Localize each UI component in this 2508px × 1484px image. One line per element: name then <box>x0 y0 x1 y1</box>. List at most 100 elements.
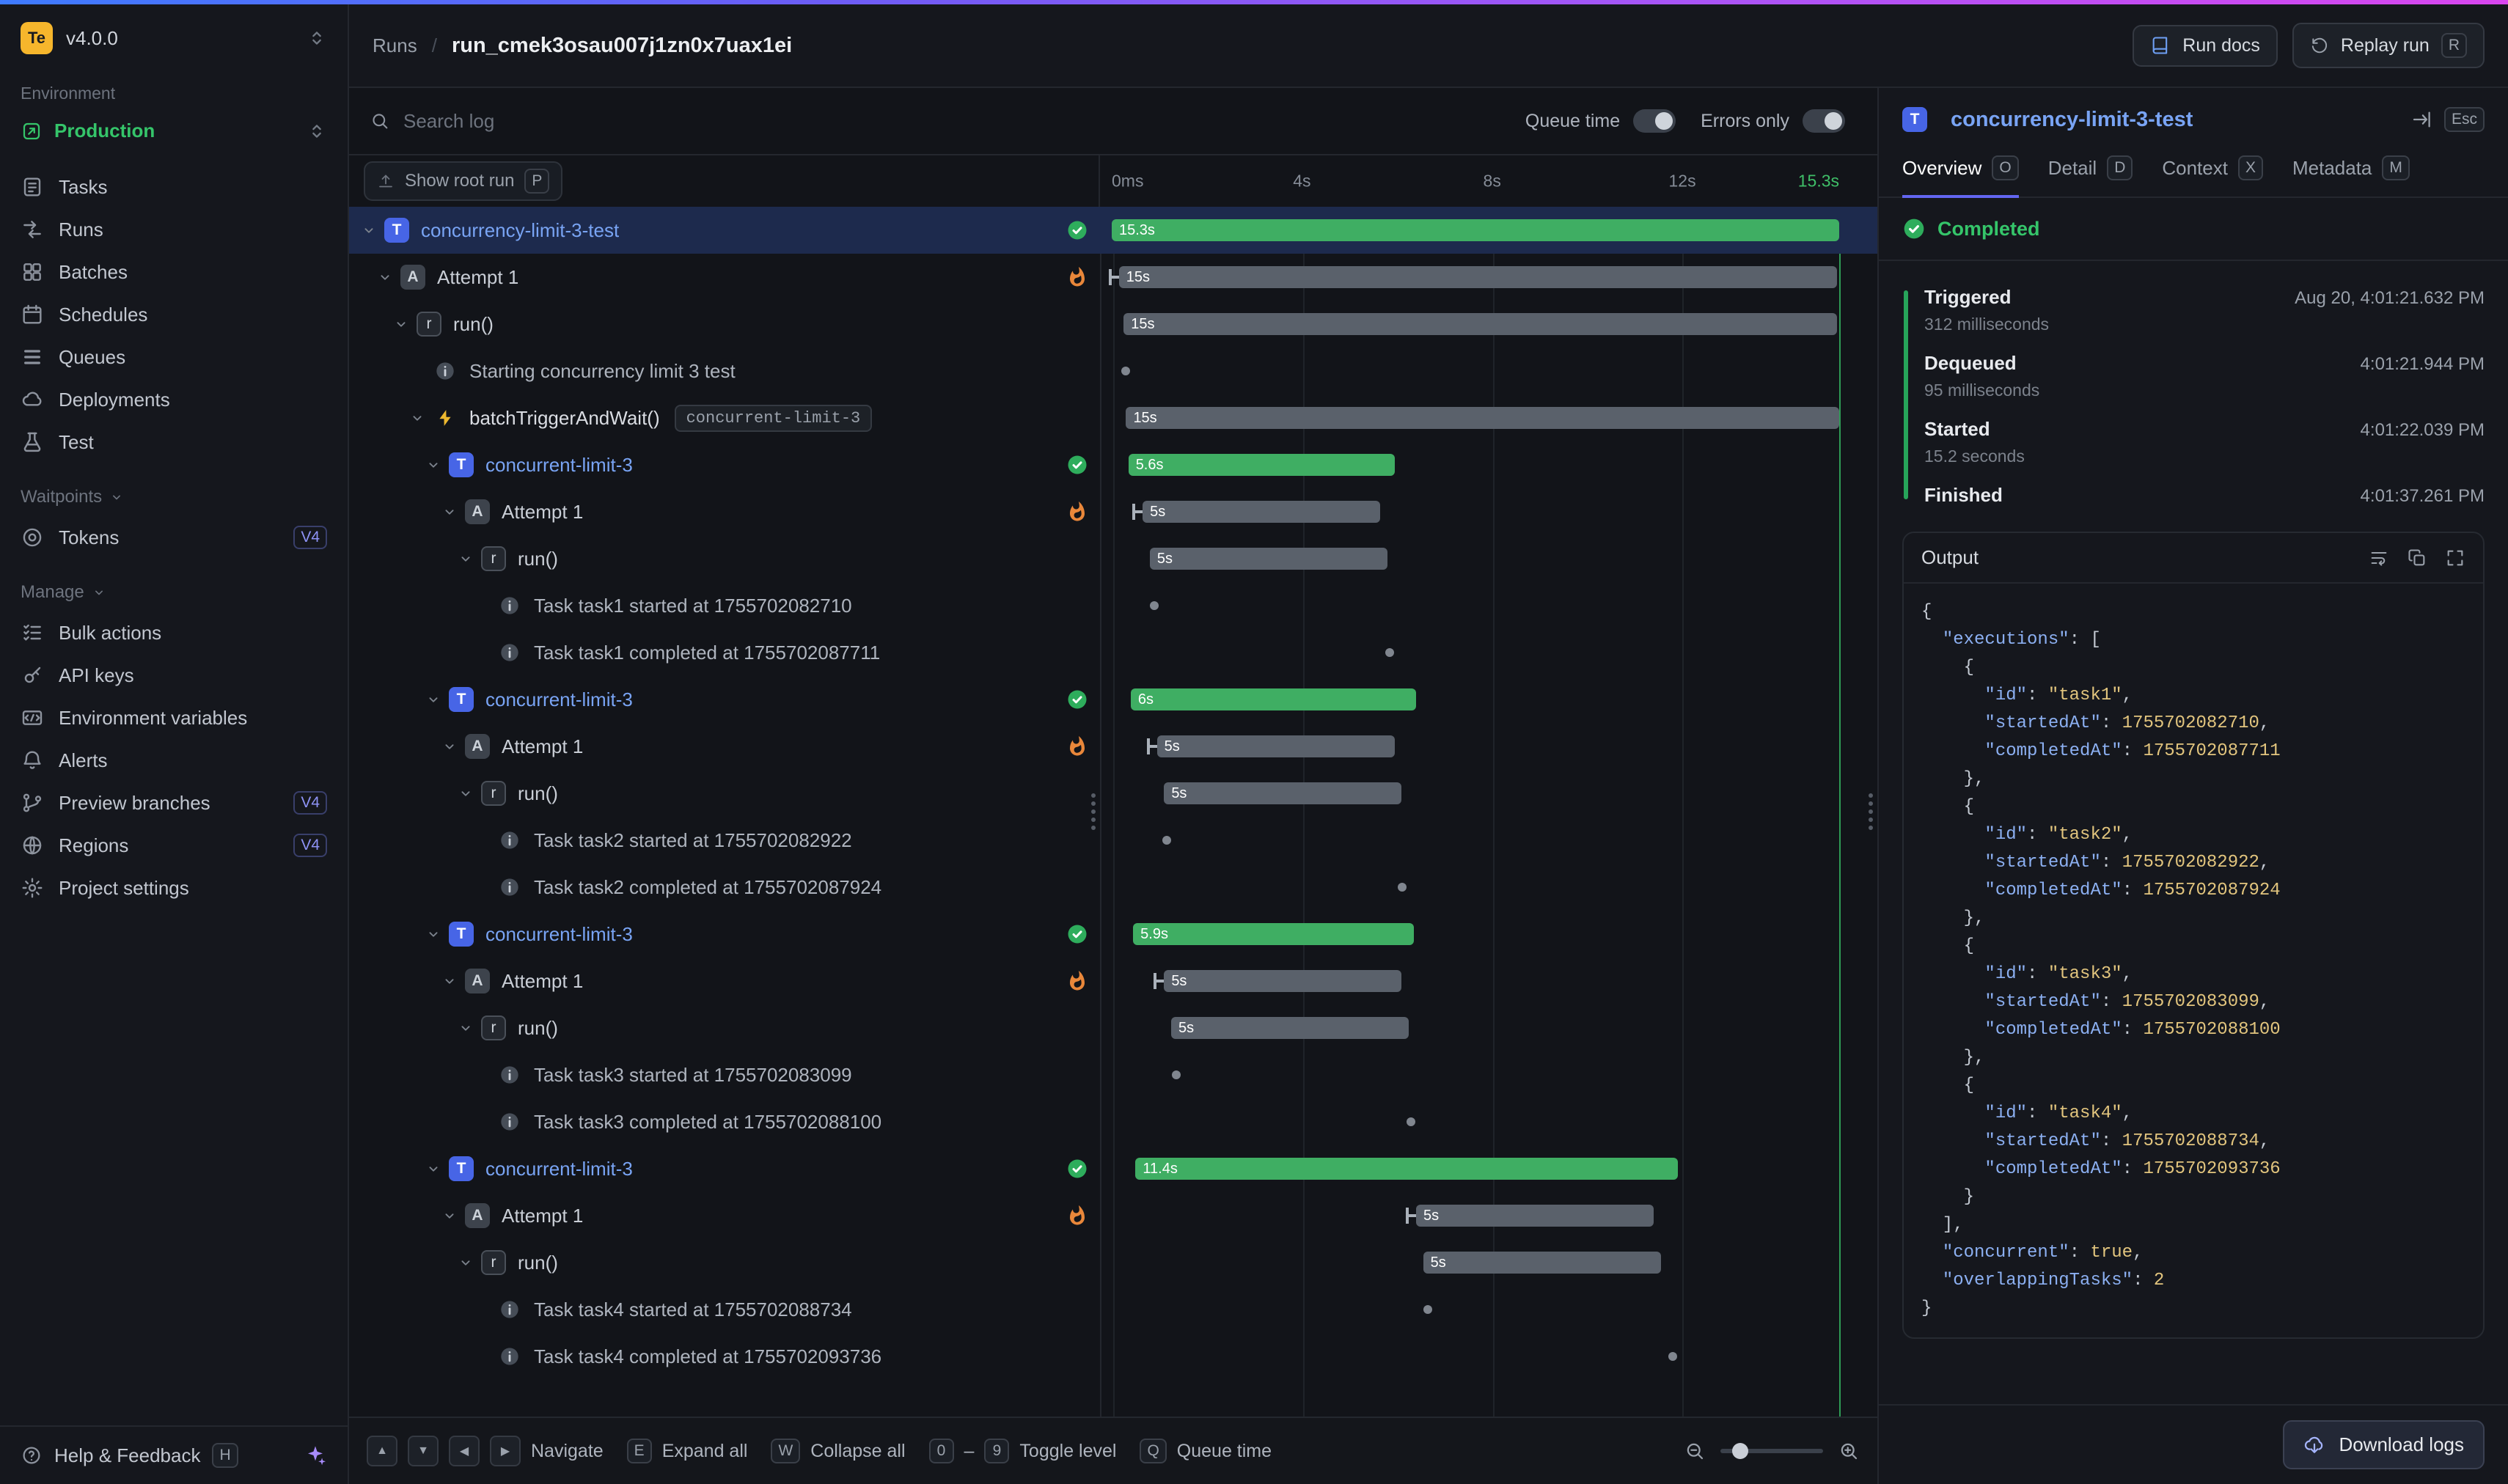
tree-row-task[interactable]: Tconcurrent-limit-36s <box>349 676 1877 723</box>
span-bar[interactable]: 11.4s <box>1135 1158 1677 1180</box>
tree-row-info[interactable]: Task task1 completed at 1755702087711 <box>349 629 1877 676</box>
tree-row-task[interactable]: Tconcurrency-limit-3-test15.3s <box>349 207 1877 254</box>
row-chevron-down[interactable] <box>441 738 465 754</box>
sidebar-item-environment-variables[interactable]: Environment variables <box>0 697 348 739</box>
errors-only-toggle[interactable] <box>1803 109 1845 133</box>
help-feedback-label[interactable]: Help & Feedback <box>54 1444 200 1467</box>
inspector-resize-handle[interactable] <box>1869 793 1873 830</box>
sidebar-item-deployments[interactable]: Deployments <box>0 378 348 421</box>
span-bar[interactable]: 15s <box>1119 266 1837 288</box>
row-chevron-down[interactable] <box>425 926 449 942</box>
span-bar[interactable]: 15s <box>1126 407 1839 429</box>
tree-row-info[interactable]: Task task4 completed at 1755702093736 <box>349 1333 1877 1380</box>
expand-icon-slot[interactable] <box>2445 548 2465 568</box>
sidebar-item-schedules[interactable]: Schedules <box>0 293 348 336</box>
navigate-left-button[interactable]: ◀ <box>449 1436 480 1466</box>
tree-row-fn[interactable]: rrun()5s <box>349 1004 1877 1051</box>
sidebar-item-test[interactable]: Test <box>0 421 348 463</box>
collapse-all-control[interactable]: W Collapse all <box>771 1439 905 1463</box>
span-bar[interactable]: 5s <box>1164 782 1401 804</box>
sidebar-item-project-settings[interactable]: Project settings <box>0 867 348 909</box>
sidebar-item-api-keys[interactable]: API keys <box>0 654 348 697</box>
sidebar-section-manage[interactable]: Manage <box>0 559 348 611</box>
row-chevron-down[interactable] <box>458 1255 481 1271</box>
toggle-level-control[interactable]: 0 – 9 Toggle level <box>929 1439 1117 1463</box>
zoom-in-icon-slot[interactable] <box>1838 1440 1860 1462</box>
queue-time-toggle[interactable] <box>1633 109 1676 133</box>
tree-row-task[interactable]: Tconcurrent-limit-311.4s <box>349 1145 1877 1192</box>
navigate-right-button[interactable]: ▶ <box>490 1436 521 1466</box>
span-bar[interactable]: 5s <box>1171 1017 1409 1039</box>
tab-context[interactable]: ContextX <box>2162 145 2263 196</box>
ai-sparkle-button[interactable] <box>304 1444 327 1467</box>
search-log-input[interactable] <box>403 110 1512 133</box>
span-bar[interactable]: 15.3s <box>1112 219 1839 241</box>
sidebar-item-batches[interactable]: Batches <box>0 251 348 293</box>
tab-overview[interactable]: OverviewO <box>1902 145 2019 196</box>
tree-row-task[interactable]: Tconcurrent-limit-35.6s <box>349 441 1877 488</box>
span-bar[interactable]: 5s <box>1164 970 1401 992</box>
queue-time-control[interactable]: Q Queue time <box>1140 1439 1272 1463</box>
tree-row-batch[interactable]: batchTriggerAndWait()concurrent-limit-31… <box>349 394 1877 441</box>
tree-row-info[interactable]: Starting concurrency limit 3 test <box>349 348 1877 394</box>
sidebar-item-runs[interactable]: Runs <box>0 208 348 251</box>
span-bar[interactable]: 5s <box>1157 735 1395 757</box>
row-chevron-down[interactable] <box>441 973 465 989</box>
tree-row-info[interactable]: Task task2 started at 1755702082922 <box>349 817 1877 864</box>
sidebar-item-tokens[interactable]: TokensV4 <box>0 516 348 559</box>
span-bar[interactable]: 5.9s <box>1133 923 1414 945</box>
span-bar[interactable]: 5s <box>1416 1205 1654 1227</box>
chevrons-up-down-icon-slot2[interactable] <box>307 121 327 142</box>
tree-row-fn[interactable]: rrun()5s <box>349 535 1877 582</box>
row-chevron-down[interactable] <box>441 1208 465 1224</box>
span-bar[interactable]: 5s <box>1150 548 1387 570</box>
wrap-text-icon-slot[interactable] <box>2369 548 2389 568</box>
run-docs-button[interactable]: Run docs <box>2133 25 2278 67</box>
sidebar-item-preview-branches[interactable]: Preview branchesV4 <box>0 782 348 824</box>
tree-row-info[interactable]: Task task1 started at 1755702082710 <box>349 582 1877 629</box>
sidebar-item-regions[interactable]: RegionsV4 <box>0 824 348 867</box>
org-switcher[interactable]: Te v4.0.0 <box>0 4 348 66</box>
panel-resize-handle[interactable] <box>1091 793 1096 830</box>
navigate-down-button[interactable]: ▼ <box>408 1436 439 1466</box>
close-panel-icon-slot[interactable] <box>2410 109 2432 131</box>
row-chevron-down[interactable] <box>425 1161 449 1177</box>
span-bar[interactable]: 5s <box>1423 1252 1661 1274</box>
span-bar[interactable]: 5.6s <box>1129 454 1395 476</box>
row-chevron-down[interactable] <box>377 269 400 285</box>
tree-row-info[interactable]: Task task2 completed at 1755702087924 <box>349 864 1877 911</box>
sidebar-item-bulk-actions[interactable]: Bulk actions <box>0 611 348 654</box>
environment-selector[interactable]: Production <box>0 111 348 151</box>
span-bar[interactable]: 6s <box>1131 688 1416 710</box>
tree-row-attempt[interactable]: AAttempt 15s <box>349 488 1877 535</box>
navigate-up-button[interactable]: ▲ <box>367 1436 397 1466</box>
replay-run-button[interactable]: Replay run R <box>2292 23 2485 68</box>
chevrons-up-down-icon-slot[interactable] <box>307 28 327 48</box>
breadcrumb-runs[interactable]: Runs <box>373 34 417 57</box>
row-chevron-down[interactable] <box>409 410 433 426</box>
tree-row-fn[interactable]: rrun()5s <box>349 770 1877 817</box>
tree-row-info[interactable]: Task task4 started at 1755702088734 <box>349 1286 1877 1333</box>
tree-row-attempt[interactable]: AAttempt 15s <box>349 1192 1877 1239</box>
row-chevron-down[interactable] <box>458 551 481 567</box>
expand-all-control[interactable]: E Expand all <box>627 1439 748 1463</box>
show-root-run-button[interactable]: Show root run P <box>364 161 562 201</box>
sidebar-item-alerts[interactable]: Alerts <box>0 739 348 782</box>
tree-row-attempt[interactable]: AAttempt 15s <box>349 958 1877 1004</box>
zoom-slider-knob[interactable] <box>1732 1443 1748 1459</box>
tree-row-info[interactable]: Task task3 started at 1755702083099 <box>349 1051 1877 1098</box>
row-chevron-down[interactable] <box>361 222 384 238</box>
row-chevron-down[interactable] <box>393 316 417 332</box>
tree-row-attempt[interactable]: AAttempt 15s <box>349 723 1877 770</box>
download-logs-button[interactable]: Download logs <box>2283 1420 2485 1469</box>
row-chevron-down[interactable] <box>458 785 481 801</box>
tree-row-fn[interactable]: rrun()15s <box>349 301 1877 348</box>
row-chevron-down[interactable] <box>425 457 449 473</box>
row-chevron-down[interactable] <box>458 1020 481 1036</box>
tree-row-task[interactable]: Tconcurrent-limit-35.9s <box>349 911 1877 958</box>
zoom-slider[interactable] <box>1720 1449 1823 1453</box>
tree-row-attempt[interactable]: AAttempt 115s <box>349 254 1877 301</box>
span-bar[interactable]: 5s <box>1143 501 1380 523</box>
zoom-out-icon-slot[interactable] <box>1684 1440 1706 1462</box>
tree-row-info[interactable]: Task task3 completed at 1755702088100 <box>349 1098 1877 1145</box>
